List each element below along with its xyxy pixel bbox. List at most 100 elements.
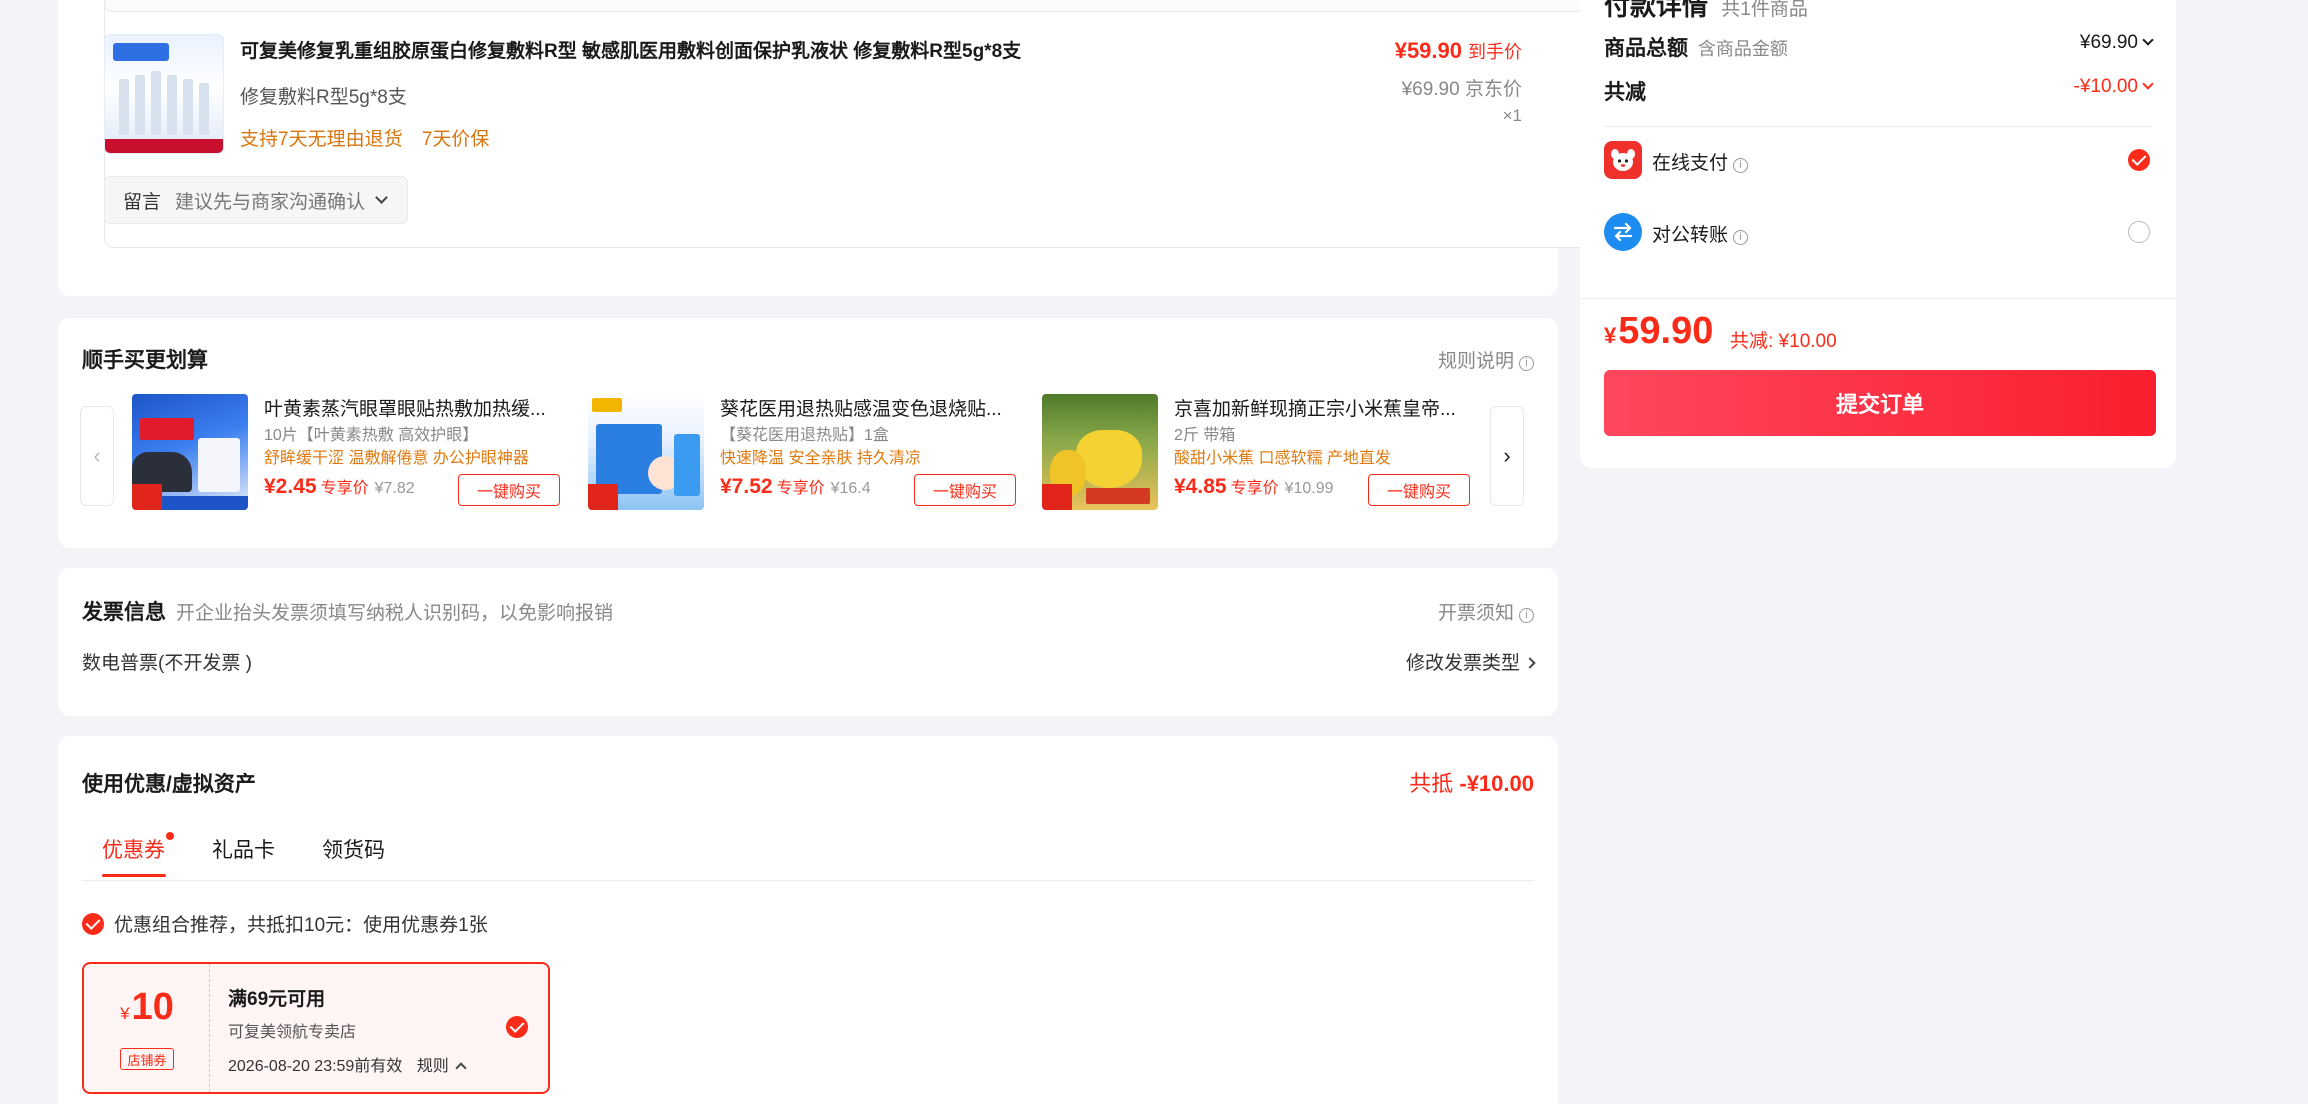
invoice-hint: 开企业抬头发票须填写纳税人识别码，以免影响报销 [176, 603, 614, 624]
divider [1604, 126, 2152, 127]
buy-now-button[interactable]: 一键购买 [914, 474, 1016, 506]
goods-total-value-toggle[interactable]: ¥69.90 [2080, 32, 2154, 54]
recommend-title: 顺手买更划算 [82, 349, 208, 372]
product-title[interactable]: 可复美修复乳重组胶原蛋白修复敷料R型 敏感肌医用敷料创面保护乳液状 修复敷料R型… [240, 36, 1021, 63]
checkmark-icon[interactable] [82, 912, 104, 935]
coupon-shop: 可复美领航专卖店 [228, 1024, 357, 1041]
coupon-amount: ¥10 [84, 986, 210, 1029]
coupon-recommend-row[interactable]: 优惠组合推荐，共抵扣10元：使用优惠券1张 [82, 910, 488, 937]
submit-order-button[interactable]: 提交订单 [1604, 370, 2156, 436]
original-price-value: ¥69.90 [1401, 79, 1460, 100]
rules-link[interactable]: 规则说明 i [1438, 346, 1534, 373]
payment-radio-empty[interactable] [2128, 221, 2150, 243]
recommend-item-spec: 2斤 带箱 [1174, 427, 1236, 444]
recommend-image[interactable] [132, 394, 248, 510]
rules-link-label: 规则说明 [1437, 351, 1514, 372]
coupon-amount-value: 10 [131, 986, 174, 1028]
chevron-down-icon [2142, 78, 2154, 90]
recommend-item-title[interactable]: 京喜加新鲜现摘正宗小米蕉皇帝... [1174, 394, 1474, 421]
recommend-item-title[interactable]: 葵花医用退热贴感温变色退烧贴... [720, 394, 1020, 421]
price-original: ¥10.99 [1284, 480, 1334, 497]
goods-total-label: 商品总额 [1604, 37, 1688, 60]
price-value: ¥2.45 [264, 475, 317, 498]
info-icon: i [1519, 356, 1534, 371]
recommend-item[interactable]: 京喜加新鲜现摘正宗小米蕉皇帝... 2斤 带箱 酸甜小米蕉 口感软糯 产地直发 … [1042, 394, 1482, 514]
coupon-total-value: -¥10.00 [1459, 771, 1534, 796]
note-value: 建议先与商家沟通确认 [175, 191, 366, 213]
recommend-item-title[interactable]: 叶黄素蒸汽眼罩眼贴热敷加热缓... [264, 394, 564, 421]
price-label: 专享价 [1230, 480, 1279, 497]
coupon-rules-label: 规则 [416, 1058, 449, 1075]
price-original: ¥16.4 [830, 480, 871, 497]
coupon-rules-toggle[interactable]: 规则 [416, 1058, 467, 1075]
price-label: 专享价 [776, 480, 825, 497]
recommend-item-price: ¥4.85 专享价 ¥10.99 [1174, 474, 1334, 499]
tab-redeem-code[interactable]: 领货码 [322, 834, 385, 864]
recommend-image[interactable] [1042, 394, 1158, 510]
goods-total-hint: 含商品金额 [1697, 39, 1788, 59]
online-payment-label: 在线支付 [1652, 153, 1729, 174]
online-payment-option[interactable]: 在线支付 i [1652, 148, 1749, 175]
chevron-left-icon: ‹ [93, 443, 101, 468]
payment-item-count: 共1件商品 [1721, 0, 1808, 20]
product-price: ¥59.90 到手价 [1395, 38, 1522, 64]
product-quantity: ×1 [1502, 106, 1522, 125]
chevron-down-icon [375, 191, 388, 204]
recommend-item-spec: 10片【叶黄素热敷 高效护眼】 [264, 427, 479, 444]
recommend-item[interactable]: 叶黄素蒸汽眼罩眼贴热敷加热缓... 10片【叶黄素热敷 高效护眼】 舒眸缓干涩 … [132, 394, 572, 514]
invoice-notice-link[interactable]: 开票须知 i [1438, 598, 1534, 625]
recommend-image[interactable] [588, 394, 704, 510]
total-saved: 共减: ¥10.00 [1730, 331, 1837, 352]
recommend-item-tags: 舒眸缓干涩 温敷解倦意 办公护眼神器 [264, 450, 529, 467]
payment-panel: 付款详情 共1件商品 商品总额 含商品金额 ¥69.90 共减 -¥10.00 … [1580, 0, 2176, 468]
coupon-selected-checkmark-icon[interactable] [506, 1016, 528, 1038]
carousel-next-button[interactable]: › [1490, 406, 1524, 506]
info-icon: i [1733, 230, 1749, 245]
coupon-expiry: 2026-08-20 23:59前有效 规则 [228, 1052, 467, 1076]
payment-title: 付款详情 [1604, 0, 1709, 21]
divider [1580, 298, 2176, 299]
total-currency: ¥ [1604, 323, 1617, 348]
buy-now-button[interactable]: 一键购买 [458, 474, 560, 506]
product-price-note: 到手价 [1468, 42, 1522, 62]
price-label: 专享价 [320, 480, 369, 497]
order-total: ¥59.90 [1604, 310, 1713, 353]
store-coupon[interactable]: ¥10 店铺券 满69元可用 可复美领航专卖店 2026-08-20 23:59… [82, 962, 550, 1094]
tab-gift-card[interactable]: 礼品卡 [212, 834, 275, 864]
recommend-card: 顺手买更划算 规则说明 i ‹ 叶黄素蒸汽眼罩眼贴热敷加热缓... 10片【叶黄素… [58, 318, 1558, 548]
coupon-total-label: 共抵 [1409, 771, 1454, 796]
payment-radio-selected-icon[interactable] [2128, 149, 2150, 171]
note-label: 留言 [123, 191, 162, 213]
coupon-condition: 满69元可用 [228, 989, 326, 1010]
modify-invoice-link[interactable]: 修改发票类型 [1405, 648, 1536, 675]
modify-invoice-label: 修改发票类型 [1405, 653, 1520, 674]
carousel-prev-button[interactable]: ‹ [80, 406, 114, 506]
discount-value: -¥10.00 [2073, 76, 2138, 97]
new-badge-dot [166, 832, 174, 840]
invoice-current-type: 数电普票(不开发票 ) [82, 653, 252, 674]
discount-value-toggle[interactable]: -¥10.00 [2073, 76, 2154, 98]
total-amount: 59.90 [1618, 310, 1714, 352]
active-tab-indicator [102, 874, 166, 877]
corporate-transfer-label: 对公转账 [1652, 225, 1729, 246]
coupon-total: 共抵 -¥10.00 [1409, 766, 1534, 798]
recommend-item-tags: 快速降温 安全亲肤 持久清凉 [720, 450, 921, 467]
corporate-transfer-option[interactable]: 对公转账 i [1652, 220, 1749, 247]
buy-now-button[interactable]: 一键购买 [1368, 474, 1470, 506]
invoice-title-row: 发票信息 开企业抬头发票须填写纳税人识别码，以免影响报销 [82, 596, 613, 626]
chevron-down-icon [2142, 34, 2154, 46]
chevron-right-icon [1524, 657, 1536, 669]
transfer-arrows-icon [1604, 213, 1642, 251]
tab-coupons[interactable]: 优惠券 [102, 834, 165, 864]
original-price-note: 京东价 [1464, 79, 1522, 100]
chevron-up-icon [455, 1062, 467, 1074]
order-note-select[interactable]: 留言 建议先与商家沟通确认 [104, 176, 408, 224]
invoice-card: 发票信息 开企业抬头发票须填写纳税人识别码，以免影响报销 开票须知 i 数电普票(不… [58, 568, 1558, 716]
goods-total-row: 商品总额 含商品金额 [1604, 32, 1788, 62]
price-value: ¥4.85 [1174, 475, 1227, 498]
payment-header: 付款详情 共1件商品 [1604, 0, 1808, 23]
recommend-item[interactable]: 葵花医用退热贴感温变色退烧贴... 【葵花医用退热贴】1盒 快速降温 安全亲肤 … [588, 394, 1028, 514]
product-image[interactable] [104, 34, 224, 154]
product-original-price: ¥69.90 京东价 [1402, 74, 1522, 101]
coupon-recommend-text: 优惠组合推荐，共抵扣10元：使用优惠券1张 [114, 915, 488, 936]
